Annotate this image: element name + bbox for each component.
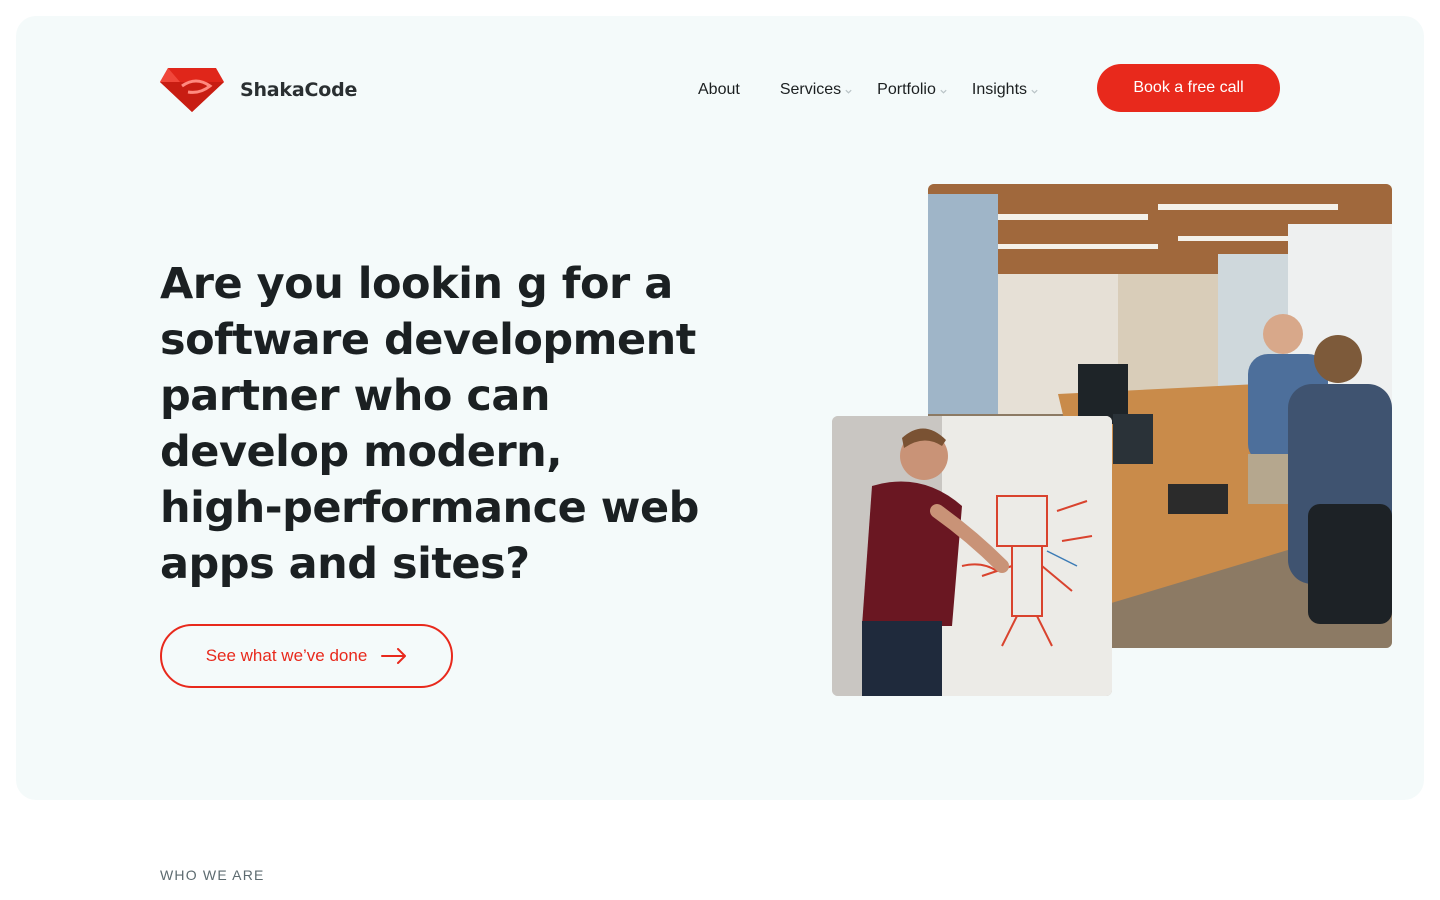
see-portfolio-button[interactable]: See what we’ve done (160, 624, 453, 688)
headline-line: develop modern, (160, 427, 563, 477)
section-eyebrow: WHO WE ARE (160, 867, 265, 883)
nav-item-label: Portfolio (877, 81, 936, 98)
brand-logo[interactable]: ShakaCode (160, 66, 357, 114)
whiteboard-photo (832, 416, 1112, 696)
chevron-down-icon (1031, 89, 1038, 94)
book-free-call-button[interactable]: Book a free call (1097, 64, 1280, 112)
hero-section: ShakaCode About Services Portfolio Insig… (16, 16, 1424, 800)
chevron-down-icon (940, 89, 947, 94)
nav-item-label: Services (779, 81, 842, 98)
headline-line: software development (160, 315, 696, 365)
ruby-gem-logo-icon (160, 68, 224, 112)
brand-name: ShakaCode (240, 79, 358, 101)
nav-item-label: Insights (971, 81, 1028, 98)
nav-item-about[interactable]: About (698, 81, 740, 99)
headline-line: apps and sites? (160, 539, 530, 589)
nav-item-services[interactable]: Services (780, 81, 853, 99)
headline-line: partner who can (160, 371, 550, 421)
whiteboard-photo-illustration (832, 416, 1112, 696)
nav-item-label: About (698, 81, 740, 98)
see-portfolio-label: See what we’ve done (205, 646, 368, 665)
main-nav: About Services Portfolio Insights (698, 78, 1063, 102)
headline-line: Are you lookin g for a (160, 259, 673, 309)
hero-headline: Are you lookin g for a software developm… (160, 256, 740, 592)
nav-item-insights[interactable]: Insights (972, 81, 1039, 99)
nav-item-portfolio[interactable]: Portfolio (877, 81, 948, 99)
headline-line: high-performance web (160, 483, 699, 533)
chevron-down-icon (845, 89, 852, 94)
arrow-right-icon (381, 648, 407, 664)
